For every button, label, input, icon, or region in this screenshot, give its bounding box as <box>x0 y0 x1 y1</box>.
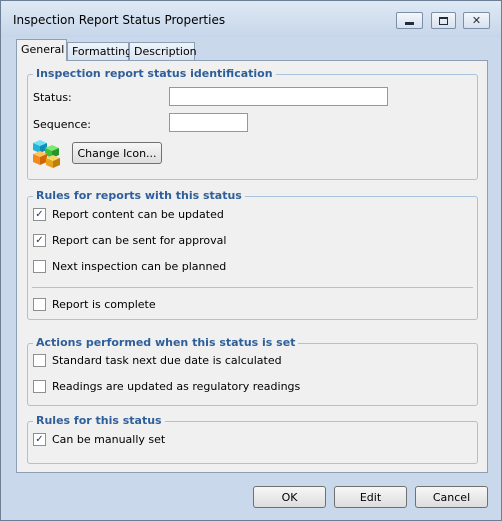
window-title: Inspection Report Status Properties <box>13 13 226 27</box>
minimize-button[interactable] <box>396 12 423 29</box>
group-legend: Inspection report status identification <box>33 67 276 80</box>
status-actions-group: Actions performed when this status is se… <box>27 336 478 406</box>
checkbox[interactable] <box>33 380 46 393</box>
sequence-input[interactable] <box>169 113 248 132</box>
cancel-button[interactable]: Cancel <box>415 486 488 508</box>
check-report-complete[interactable]: Report is complete <box>33 298 156 311</box>
dialog-window: Inspection Report Status Properties ✕ Ge… <box>0 0 502 521</box>
check-next-due-date-calculated[interactable]: Standard task next due date is calculate… <box>33 354 282 367</box>
checkbox[interactable] <box>33 298 46 311</box>
tab-description[interactable]: Description <box>129 42 197 60</box>
checkbox[interactable]: ✓ <box>33 208 46 221</box>
tab-formatting[interactable]: Formatting <box>67 42 132 60</box>
checkmark-icon: ✓ <box>35 433 44 445</box>
minimize-icon <box>405 22 414 25</box>
title-bar[interactable]: Inspection Report Status Properties ✕ <box>1 1 501 37</box>
separator <box>32 287 473 288</box>
group-legend: Rules for reports with this status <box>33 189 245 202</box>
check-manually-set[interactable]: ✓ Can be manually set <box>33 433 165 446</box>
ok-button[interactable]: OK <box>253 486 326 508</box>
check-report-sent-approval[interactable]: ✓ Report can be sent for approval <box>33 234 226 247</box>
checkbox-label: Report is complete <box>52 298 156 311</box>
checkbox[interactable]: ✓ <box>33 433 46 446</box>
report-rules-group: Rules for reports with this status ✓ Rep… <box>27 189 478 320</box>
checkbox-label: Report content can be updated <box>52 208 224 221</box>
sequence-label: Sequence: <box>33 118 91 131</box>
checkbox-label: Standard task next due date is calculate… <box>52 354 282 367</box>
checkbox-label: Report can be sent for approval <box>52 234 227 247</box>
change-icon-button[interactable]: Change Icon... <box>72 142 162 164</box>
checkbox[interactable]: ✓ <box>33 234 46 247</box>
check-readings-regulatory[interactable]: Readings are updated as regulatory readi… <box>33 380 300 393</box>
colored-cubes-icon <box>33 140 60 168</box>
check-next-inspection-planned[interactable]: Next inspection can be planned <box>33 260 226 273</box>
status-label: Status: <box>33 91 72 104</box>
group-legend: Rules for this status <box>33 414 165 427</box>
status-input[interactable] <box>169 87 388 106</box>
checkbox-label: Readings are updated as regulatory readi… <box>52 380 301 393</box>
maximize-icon <box>439 16 448 25</box>
close-button[interactable]: ✕ <box>463 12 490 29</box>
close-icon: ✕ <box>471 14 482 27</box>
checkbox-label: Next inspection can be planned <box>52 260 227 273</box>
checkbox[interactable] <box>33 354 46 367</box>
group-legend: Actions performed when this status is se… <box>33 336 299 349</box>
general-tab-panel: Inspection report status identification … <box>16 60 488 473</box>
tab-general[interactable]: General <box>16 39 67 61</box>
checkbox[interactable] <box>33 260 46 273</box>
maximize-button[interactable] <box>431 12 456 29</box>
status-identification-group: Inspection report status identification … <box>27 67 478 180</box>
checkbox-label: Can be manually set <box>52 433 166 446</box>
edit-button[interactable]: Edit <box>334 486 407 508</box>
status-rules-group: Rules for this status ✓ Can be manually … <box>27 414 478 464</box>
check-report-content-updated[interactable]: ✓ Report content can be updated <box>33 208 224 221</box>
checkmark-icon: ✓ <box>35 234 44 246</box>
checkmark-icon: ✓ <box>35 208 44 220</box>
